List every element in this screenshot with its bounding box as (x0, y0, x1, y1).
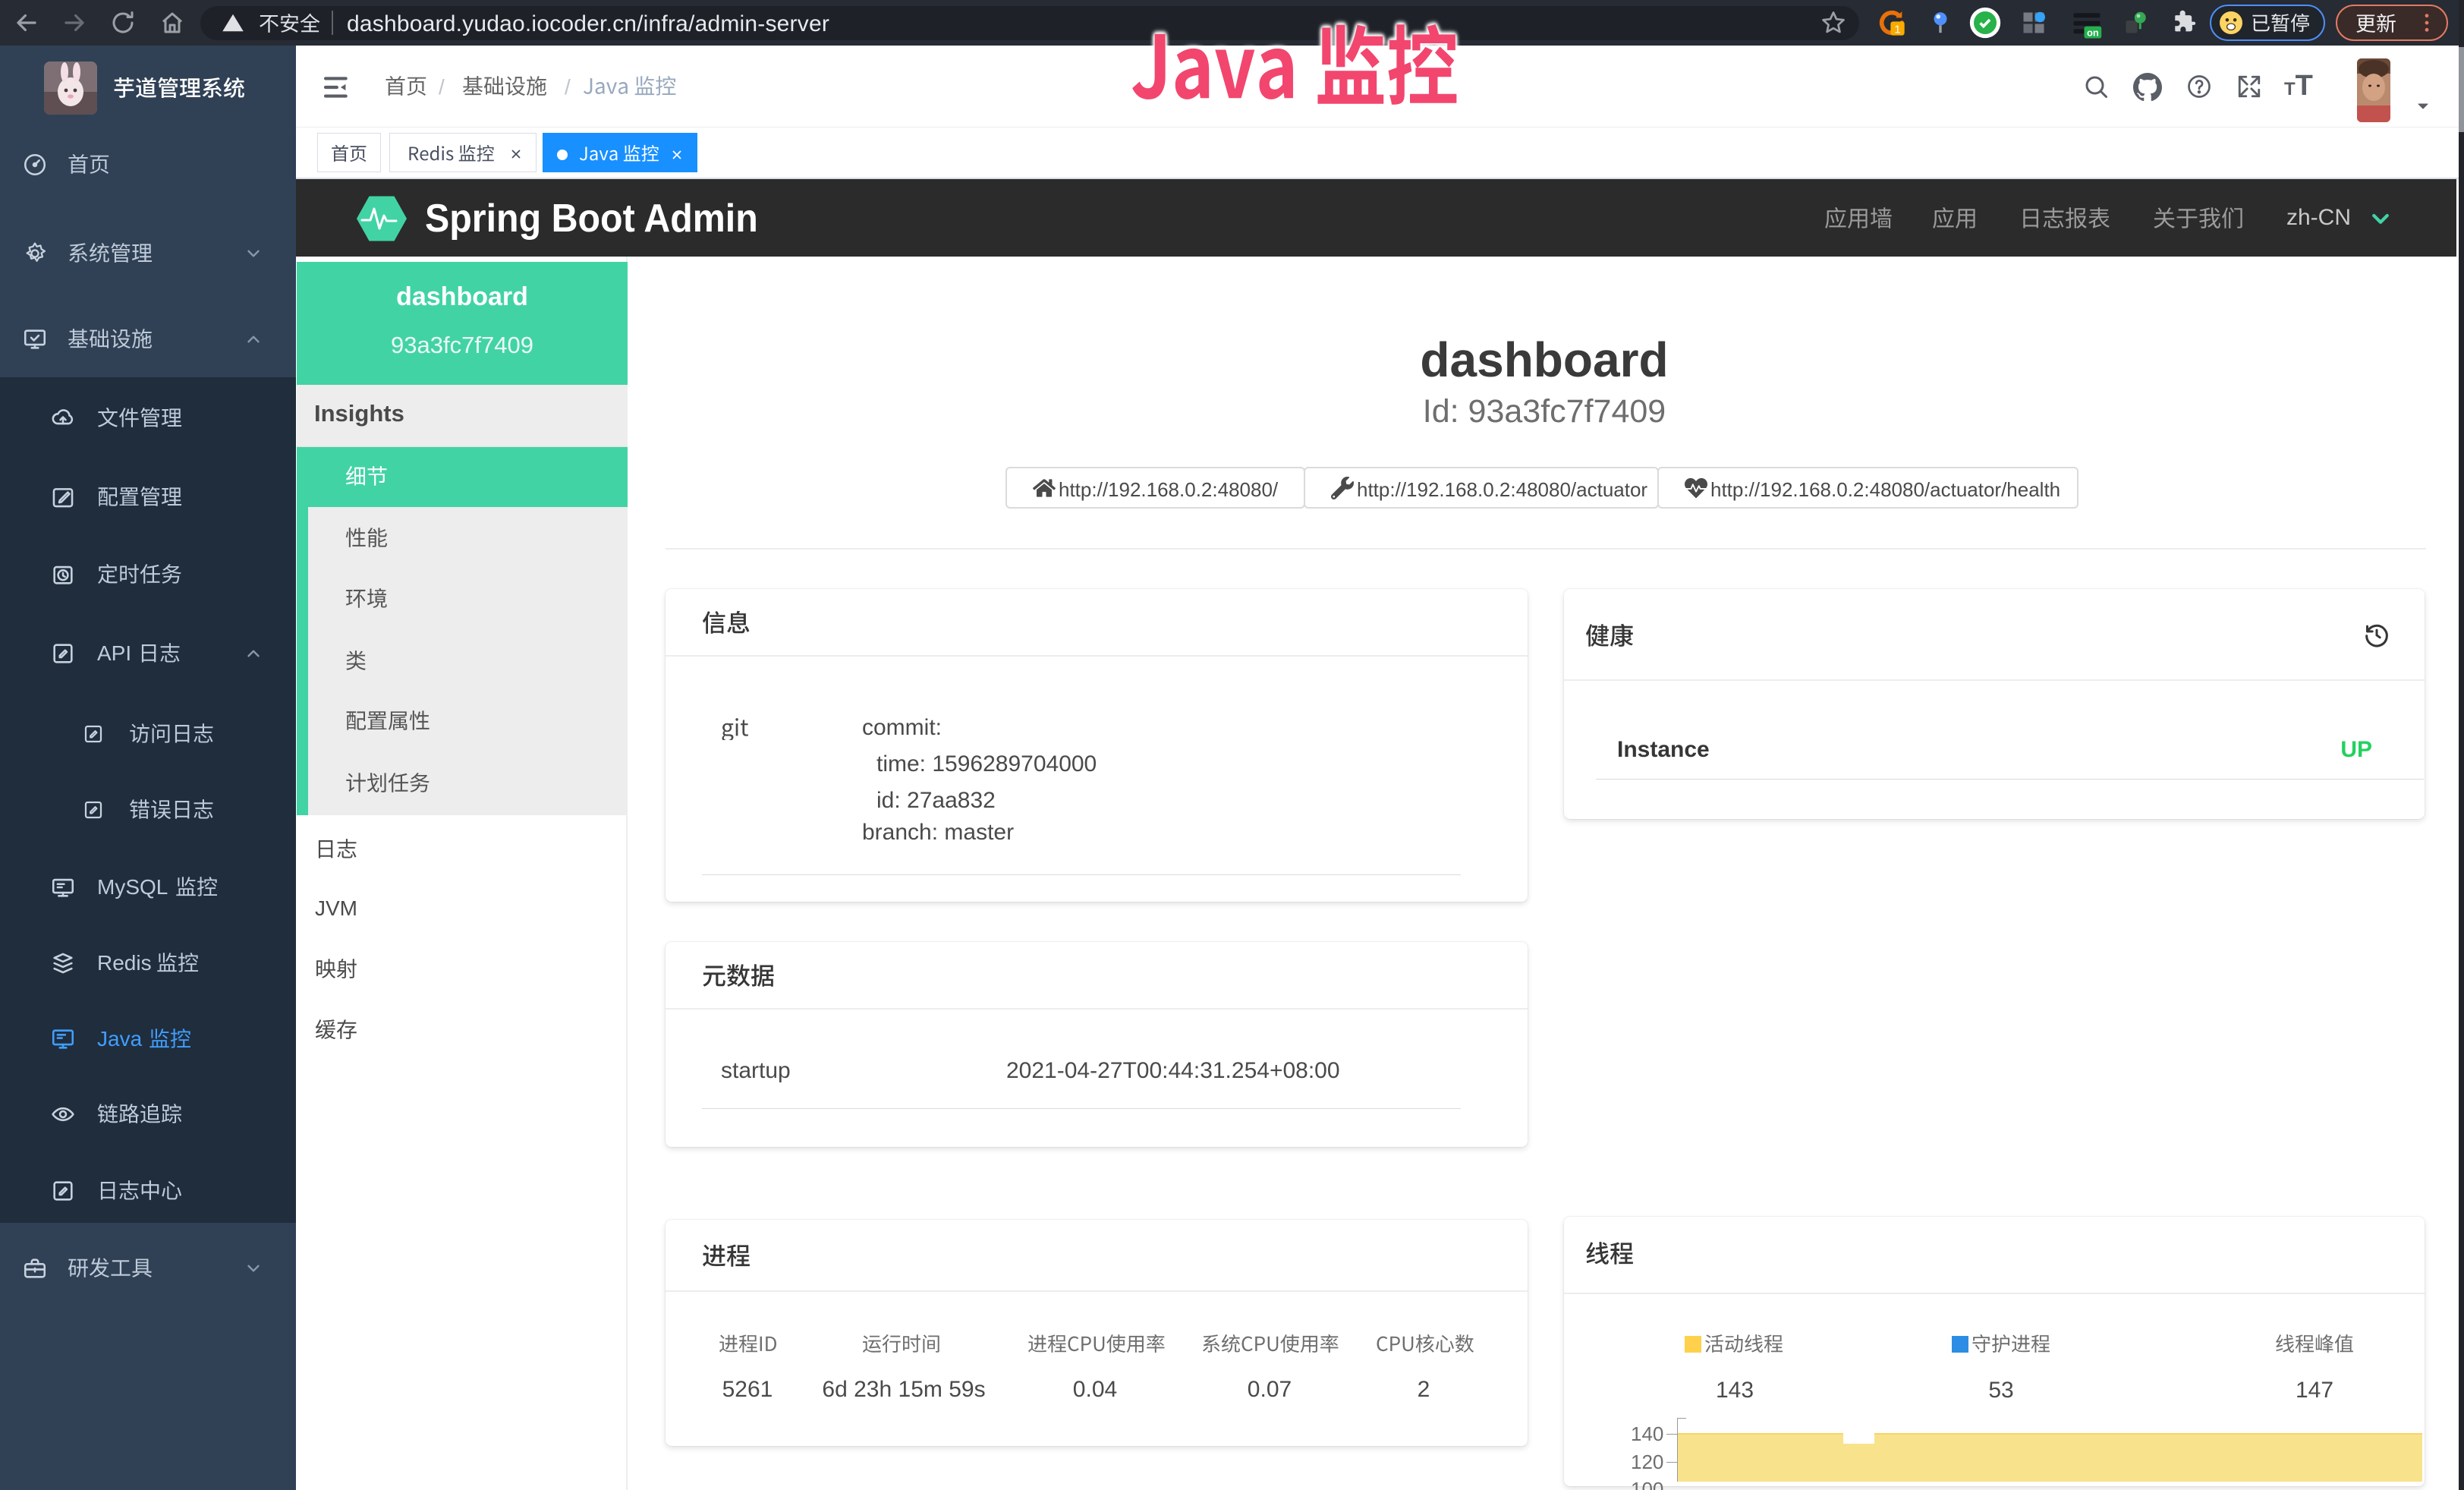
svg-text:on: on (2087, 27, 2099, 38)
svg-text:1: 1 (1894, 23, 1900, 36)
